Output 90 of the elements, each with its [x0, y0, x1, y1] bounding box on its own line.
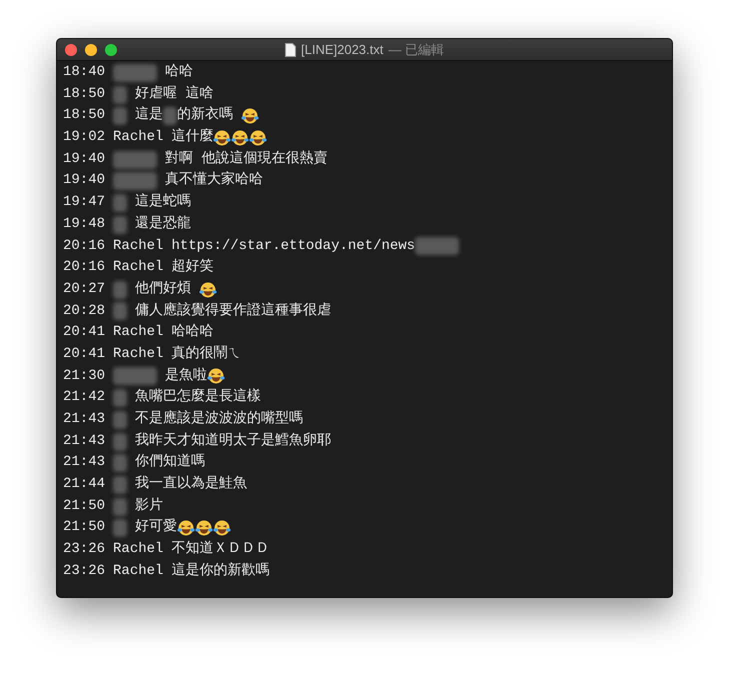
- timestamp: 19:02: [63, 128, 106, 148]
- timestamp: 21:50: [63, 518, 106, 538]
- timestamp: 20:16: [63, 236, 106, 256]
- sender-name: Rachel: [113, 258, 164, 278]
- timestamp: 19:47: [63, 193, 106, 212]
- laughing-tears-emoji-icon: [249, 128, 268, 147]
- message-text: 我昨天才知道明太子是鱈魚卵耶: [135, 432, 332, 451]
- message-text: 超好笑: [171, 258, 214, 278]
- timestamp: 18:50: [63, 84, 106, 104]
- blurred-redaction: [113, 410, 128, 429]
- timestamp: 20:16: [63, 258, 106, 278]
- sender-name: Rachel: [113, 540, 164, 560]
- sender-name: Rachel: [113, 344, 164, 364]
- sender-name: Rachel: [113, 128, 164, 148]
- laughing-tears-emoji-icon: [199, 280, 218, 299]
- message-text: 這什麼: [171, 127, 214, 148]
- laughing-tears-emoji-icon: [195, 519, 214, 538]
- timestamp: 23:26: [63, 540, 106, 560]
- blurred-redaction: [113, 150, 158, 169]
- timestamp: 21:50: [63, 496, 106, 516]
- blurred-redaction: [113, 454, 128, 472]
- blurred-redaction: [113, 519, 128, 538]
- message-text: 這是: [135, 105, 164, 126]
- blurred-redaction: [113, 367, 158, 386]
- blurred-redaction: [113, 432, 128, 451]
- message-text: 我一直以為是鮭魚: [135, 474, 248, 494]
- message-text: 傭人應該覺得要作證這種事很虐: [135, 301, 332, 321]
- blurred-redaction: [113, 64, 158, 82]
- message-text: 魚嘴巴怎麼是長這樣: [135, 387, 262, 408]
- laughing-tears-emoji-icon: [213, 519, 232, 538]
- message-text: 的新衣嗎: [177, 105, 234, 126]
- blurred-redaction: [415, 237, 460, 256]
- minimize-button[interactable]: [85, 44, 97, 56]
- laughing-tears-emoji-icon: [241, 107, 260, 126]
- message-text: 他們好煩: [135, 280, 192, 299]
- zoom-button[interactable]: [105, 44, 117, 56]
- timestamp: 21:43: [63, 432, 106, 451]
- message-text: 是魚啦: [165, 366, 208, 386]
- message-text: 對啊 他說這個現在很熱賣: [165, 149, 328, 169]
- laughing-tears-emoji-icon: [207, 367, 226, 386]
- blurred-redaction: [163, 107, 178, 126]
- message-text: 不知道ＸＤＤＤ: [171, 540, 270, 560]
- blurred-redaction: [113, 302, 128, 320]
- timestamp: 21:43: [63, 410, 106, 429]
- message-text: 這是蛇嗎: [135, 192, 192, 212]
- timestamp: 21:44: [63, 475, 106, 494]
- laughing-tears-emoji-icon: [231, 128, 250, 147]
- timestamp: 20:28: [63, 302, 106, 321]
- blurred-redaction: [113, 498, 128, 516]
- document-icon: [284, 42, 296, 56]
- sender-name: Rachel: [113, 323, 164, 342]
- message-text: 真的很鬧ㄟ: [171, 344, 242, 364]
- timestamp: 23:26: [63, 562, 106, 581]
- timestamp: 18:50: [63, 106, 106, 126]
- message-text: 真不懂大家哈哈: [165, 170, 264, 190]
- message-text: 哈哈: [165, 62, 194, 82]
- blurred-redaction: [113, 107, 128, 126]
- laughing-tears-emoji-icon: [177, 519, 196, 538]
- message-text: 影片: [135, 496, 164, 516]
- message-text: 哈哈哈: [171, 322, 214, 342]
- laughing-tears-emoji-icon: [213, 128, 232, 147]
- message-text: 不是應該是波波波的嘴型嗎: [135, 409, 304, 429]
- message-text: 還是恐龍: [135, 214, 192, 234]
- timestamp: 19:40: [63, 150, 106, 169]
- sender-name: Rachel: [113, 236, 164, 256]
- blurred-redaction: [113, 476, 128, 494]
- blurred-redaction: [113, 280, 128, 299]
- blurred-redaction: [113, 194, 128, 212]
- blurred-redaction: [113, 172, 158, 190]
- timestamp: 20:41: [63, 323, 106, 342]
- message-text: https://star.ettoday.net/news: [171, 236, 416, 256]
- timestamp: 18:40: [63, 63, 106, 82]
- blurred-redaction: [113, 389, 128, 408]
- edited-status: — 已編輯: [388, 40, 444, 59]
- message-text: 好虐喔 這啥: [135, 84, 214, 104]
- timestamp: 21:42: [63, 388, 106, 408]
- timestamp: 20:41: [63, 344, 106, 364]
- message-text: 這是你的新歡嗎: [171, 561, 270, 581]
- sender-name: Rachel: [113, 562, 164, 581]
- message-text: 好可愛: [135, 518, 178, 538]
- timestamp: 21:30: [63, 366, 106, 386]
- timestamp: 19:40: [63, 171, 106, 190]
- timestamp: 19:48: [63, 214, 106, 234]
- timestamp: 20:27: [63, 280, 106, 299]
- close-button[interactable]: [65, 44, 77, 56]
- blurred-redaction: [113, 216, 128, 234]
- blurred-redaction: [113, 86, 128, 104]
- message-text: 你們知道嗎: [135, 452, 206, 472]
- timestamp: 21:43: [63, 453, 106, 472]
- window-title: [LINE]2023.txt: [300, 40, 384, 59]
